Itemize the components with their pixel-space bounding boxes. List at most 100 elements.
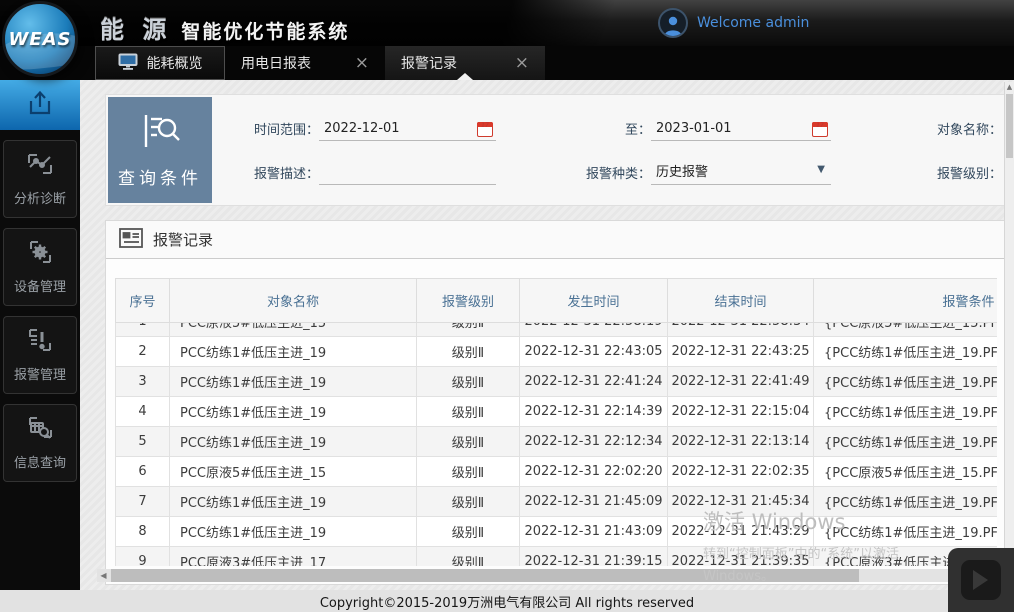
sidebar-item-label: 报警管理 bbox=[14, 364, 66, 383]
time-range-end-field: 至： 2023-01-01 bbox=[606, 119, 831, 141]
table-cell: {PCC纺练1#低压主进_19.PFav}<0.9 bbox=[814, 397, 998, 427]
col-alarm-condition[interactable]: 报警条件 bbox=[814, 279, 998, 323]
table-cell: 2022-12-31 22:14:39 bbox=[520, 397, 668, 427]
close-icon[interactable]: × bbox=[515, 55, 529, 72]
table-row[interactable]: 4PCC纺练1#低压主进_19级别Ⅱ2022-12-31 22:14:39202… bbox=[116, 397, 998, 427]
tab-alarm-records[interactable]: 报警记录 × bbox=[385, 46, 545, 80]
calendar-icon[interactable] bbox=[812, 122, 828, 137]
table-row[interactable]: 1PCC原液5#低压主进_15级别Ⅱ2022-12-31 22:58:19202… bbox=[116, 323, 998, 337]
table-row[interactable]: 9PCC原液3#低压主进_17级别Ⅱ2022-12-31 21:39:15202… bbox=[116, 547, 998, 567]
top-header: 能 源 智能优化节能系统 Welcome admin bbox=[0, 0, 1014, 46]
table-cell: 2022-12-31 22:12:34 bbox=[520, 427, 668, 457]
panel-list-icon bbox=[119, 228, 143, 252]
time-range-field: 时间范围： 2022-12-01 bbox=[231, 119, 496, 141]
to-label: 至： bbox=[606, 121, 651, 141]
tab-label: 用电日报表 bbox=[241, 53, 311, 73]
table-row[interactable]: 2PCC纺练1#低压主进_19级别Ⅱ2022-12-31 22:43:05202… bbox=[116, 337, 998, 367]
table-cell: PCC原液3#低压主进_17 bbox=[170, 547, 417, 567]
table-row[interactable]: 3PCC纺练1#低压主进_19级别Ⅱ2022-12-31 22:41:24202… bbox=[116, 367, 998, 397]
table-row[interactable]: 5PCC纺练1#低压主进_19级别Ⅱ2022-12-31 22:12:34202… bbox=[116, 427, 998, 457]
sidebar-item-devices[interactable]: 设备管理 bbox=[3, 228, 77, 306]
table-cell: {PCC纺练1#低压主进_19.PFav}<0.9 bbox=[814, 337, 998, 367]
table-cell: 2022-12-31 22:43:05 bbox=[520, 337, 668, 367]
weas-logo-text: WEAS bbox=[8, 29, 71, 50]
col-object-name[interactable]: 对象名称 bbox=[170, 279, 417, 323]
sidebar-item-label: 分析诊断 bbox=[14, 188, 66, 207]
sidebar-item-analysis[interactable]: 分析诊断 bbox=[3, 140, 77, 218]
alarm-type-select[interactable]: 历史报警▼ bbox=[651, 163, 831, 185]
table-cell: 2022-12-31 22:13:14 bbox=[668, 427, 814, 457]
object-name-field: 对象名称： bbox=[937, 119, 1002, 141]
horizontal-scrollbar-thumb[interactable] bbox=[111, 569, 859, 582]
alarm-desc-input[interactable] bbox=[319, 163, 496, 185]
time-range-label: 时间范围： bbox=[231, 121, 319, 141]
sidebar-item-info-query[interactable]: 信息查询 bbox=[3, 404, 77, 482]
table-cell: 2022-12-31 22:43:25 bbox=[668, 337, 814, 367]
table-cell: 2022-12-31 22:58:34 bbox=[668, 323, 814, 337]
time-range-end-input[interactable]: 2023-01-01 bbox=[651, 119, 831, 141]
sidebar-item-active[interactable] bbox=[0, 80, 80, 130]
vertical-scrollbar[interactable]: ▲ bbox=[1004, 82, 1014, 560]
monitor-icon bbox=[118, 53, 138, 74]
table-cell: PCC纺练1#低压主进_19 bbox=[170, 367, 417, 397]
time-range-start-input[interactable]: 2022-12-01 bbox=[319, 119, 496, 141]
query-tile-label: 查询条件 bbox=[118, 164, 202, 189]
scroll-left-icon[interactable]: ◀ bbox=[97, 569, 110, 582]
alarm-level-label: 报警级别： bbox=[937, 165, 1002, 185]
table-cell: 5 bbox=[116, 427, 170, 457]
copyright-text: Copyright©2015-2019万洲电气有限公司 All rights r… bbox=[320, 592, 694, 611]
alarm-level-field: 报警级别： bbox=[937, 163, 1002, 185]
scroll-up-icon[interactable]: ▲ bbox=[1005, 83, 1014, 91]
user-welcome[interactable]: Welcome admin bbox=[658, 0, 809, 46]
table-cell: 7 bbox=[116, 487, 170, 517]
app-title: 能 源 智能优化节能系统 bbox=[100, 0, 349, 46]
table-cell: PCC纺练1#低压主进_19 bbox=[170, 427, 417, 457]
table-cell: {PCC纺练1#低压主进_19.PFav}<0.9 bbox=[814, 367, 998, 397]
tab-daily-report[interactable]: 用电日报表 × bbox=[225, 46, 385, 80]
table-cell: PCC纺练1#低压主进_19 bbox=[170, 517, 417, 547]
query-list-search-icon bbox=[138, 111, 182, 155]
close-icon[interactable]: × bbox=[355, 55, 369, 72]
alarm-table-body[interactable]: 1PCC原液5#低压主进_15级别Ⅱ2022-12-31 22:58:19202… bbox=[115, 323, 997, 566]
tab-label: 能耗概览 bbox=[147, 53, 203, 73]
table-cell: 级别Ⅱ bbox=[417, 547, 520, 567]
alarm-records-header: 报警记录 bbox=[106, 221, 1004, 259]
table-cell: PCC纺练1#低压主进_19 bbox=[170, 487, 417, 517]
alarm-table-head: 序号 对象名称 报警级别 发生时间 结束时间 报警条件 bbox=[115, 278, 997, 323]
horizontal-scrollbar[interactable]: ◀ bbox=[97, 569, 1005, 582]
table-cell: 2022-12-31 21:45:34 bbox=[668, 487, 814, 517]
alarm-records-panel: 报警记录 序号 对象名称 报警级别 发生时间 结束时间 报警条件 1PCC原液5… bbox=[105, 220, 1005, 585]
table-cell: 2 bbox=[116, 337, 170, 367]
chart-icon bbox=[25, 151, 55, 181]
sidebar-item-alarms[interactable]: 报警管理 bbox=[3, 316, 77, 394]
chevron-down-icon[interactable]: ▼ bbox=[817, 160, 825, 180]
table-cell: 2022-12-31 22:41:24 bbox=[520, 367, 668, 397]
col-index[interactable]: 序号 bbox=[116, 279, 170, 323]
table-cell: 级别Ⅱ bbox=[417, 517, 520, 547]
calendar-icon[interactable] bbox=[477, 122, 493, 137]
overlay-play-icon[interactable] bbox=[961, 560, 1001, 600]
table-cell: 级别Ⅱ bbox=[417, 337, 520, 367]
tab-energy-overview[interactable]: 能耗概览 bbox=[95, 46, 225, 80]
table-row[interactable]: 8PCC纺练1#低压主进_19级别Ⅱ2022-12-31 21:43:09202… bbox=[116, 517, 998, 547]
table-cell: 级别Ⅱ bbox=[417, 397, 520, 427]
table-row[interactable]: 7PCC纺练1#低压主进_19级别Ⅱ2022-12-31 21:45:09202… bbox=[116, 487, 998, 517]
table-cell: 6 bbox=[116, 457, 170, 487]
vertical-scrollbar-thumb[interactable] bbox=[1006, 94, 1013, 158]
tab-label: 报警记录 bbox=[401, 53, 457, 73]
alarm-desc-label: 报警描述： bbox=[231, 165, 319, 185]
table-cell: 2022-12-31 22:02:35 bbox=[668, 457, 814, 487]
table-cell: 2022-12-31 21:43:29 bbox=[668, 517, 814, 547]
table-row[interactable]: 6PCC原液5#低压主进_15级别Ⅱ2022-12-31 22:02:20202… bbox=[116, 457, 998, 487]
col-start-time[interactable]: 发生时间 bbox=[520, 279, 668, 323]
col-alarm-level[interactable]: 报警级别 bbox=[417, 279, 520, 323]
table-cell: 级别Ⅱ bbox=[417, 323, 520, 337]
corner-overlay[interactable] bbox=[948, 548, 1014, 612]
app-title-main: 能 源 bbox=[100, 10, 171, 45]
col-end-time[interactable]: 结束时间 bbox=[668, 279, 814, 323]
sidebar-item-label: 设备管理 bbox=[14, 276, 66, 295]
table-cell: PCC原液5#低压主进_15 bbox=[170, 323, 417, 337]
table-header-row: 序号 对象名称 报警级别 发生时间 结束时间 报警条件 bbox=[116, 279, 998, 323]
tab-bar: 能耗概览 用电日报表 × 报警记录 × bbox=[0, 46, 1014, 80]
table-cell: 2022-12-31 21:39:35 bbox=[668, 547, 814, 567]
